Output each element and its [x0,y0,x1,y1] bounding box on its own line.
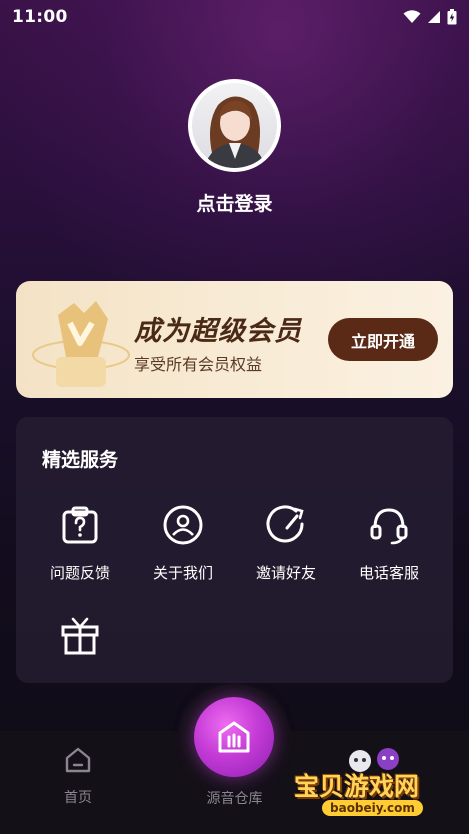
invite-icon [266,505,304,543]
watermark-url: baobeiy.com [322,800,423,816]
battery-icon [447,9,457,25]
service-about[interactable]: 关于我们 [133,502,233,583]
login-label[interactable]: 点击登录 [0,189,469,216]
service-feedback[interactable]: 问题反馈 [30,502,130,583]
about-icon [163,505,203,545]
status-time: 11:00 [12,7,68,27]
avatar[interactable] [188,79,281,172]
status-icons [403,9,457,25]
center-library-button[interactable] [194,697,274,777]
service-phone-support[interactable]: 电话客服 [339,502,439,583]
service-label: 问题反馈 [49,564,110,582]
service-gift[interactable] [30,613,130,663]
signal-icon [428,11,440,23]
watermark-title: 宝贝游戏网 [294,772,420,801]
service-label: 关于我们 [152,564,213,582]
home-icon [65,747,91,773]
status-bar: 11:00 [0,0,469,34]
services-card: 精选服务 问题反馈 关于我们 邀请好友 电话客服 [16,417,453,683]
feedback-icon [62,506,98,544]
vip-banner[interactable]: 成为超级会员 享受所有会员权益 立即开通 [16,281,453,398]
vip-title: 成为超级会员 [134,316,302,347]
services-title: 精选服务 [42,449,119,471]
service-invite[interactable]: 邀请好友 [236,502,336,583]
vip-crown-icon [32,301,130,387]
vip-subtitle: 享受所有会员权益 [134,355,263,374]
service-label: 邀请好友 [255,564,316,582]
avatar-portrait-icon [204,96,266,168]
library-icon [218,721,250,753]
service-label: 电话客服 [358,564,419,582]
wifi-icon [403,10,421,23]
gift-icon [61,617,99,655]
headset-icon [370,508,408,545]
watermark: 宝贝游戏网 baobeiy.com [294,745,444,830]
vip-open-button[interactable]: 立即开通 [328,318,438,361]
